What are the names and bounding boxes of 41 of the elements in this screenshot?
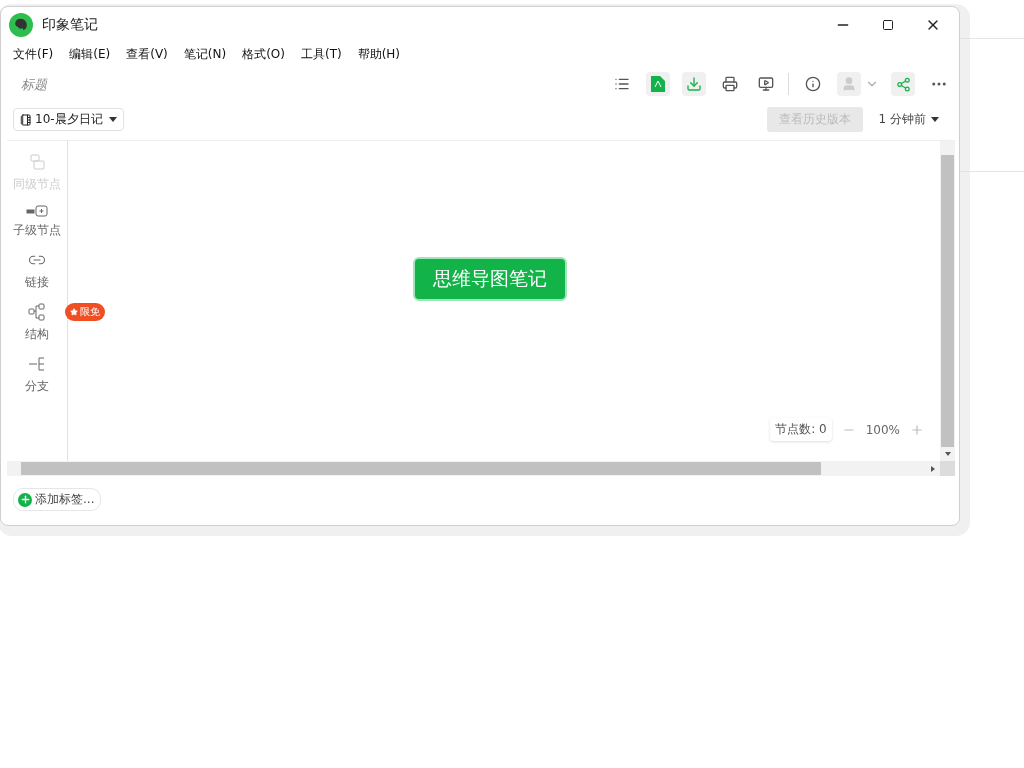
- share-icon: [895, 76, 911, 92]
- horizontal-scrollbar[interactable]: [7, 461, 940, 476]
- title-field[interactable]: 标题: [19, 75, 598, 93]
- pdf-export-button[interactable]: [646, 72, 670, 96]
- menu-item[interactable]: 查看(V): [120, 45, 174, 63]
- list-icon[interactable]: [614, 76, 630, 92]
- tool-button[interactable]: 链接: [25, 251, 49, 291]
- scrollbar-corner: [940, 461, 955, 476]
- menu-item[interactable]: 笔记(N): [177, 45, 233, 63]
- menu-item[interactable]: 帮助(H): [351, 45, 407, 63]
- scroll-down-arrow-icon[interactable]: [943, 450, 952, 458]
- menu-item[interactable]: 文件(F): [7, 45, 60, 63]
- caret-icon: [108, 117, 117, 122]
- vertical-scrollbar[interactable]: [940, 141, 955, 461]
- sibling-node-icon: [28, 153, 46, 171]
- promo-badge: 限免: [65, 303, 105, 321]
- child-node-icon: [26, 205, 48, 217]
- tool-button[interactable]: 分支: [25, 355, 49, 395]
- branch-icon: [28, 355, 46, 373]
- caret-icon: [931, 117, 939, 122]
- presentation-icon[interactable]: [758, 76, 774, 92]
- info-icon[interactable]: [805, 76, 821, 92]
- notebook-selector[interactable]: 10-晨夕日记: [13, 108, 124, 131]
- node-count: 节点数: 0: [770, 418, 832, 441]
- maximize-icon[interactable]: [882, 19, 894, 31]
- printer-icon[interactable]: [722, 76, 738, 92]
- saved-time-dropdown[interactable]: 1 分钟前: [872, 110, 945, 129]
- download-icon: [686, 76, 702, 92]
- pdf-icon: [651, 76, 665, 92]
- structure-icon: [28, 303, 46, 321]
- add-tag-button[interactable]: 添加标签...: [13, 488, 102, 511]
- scroll-right-arrow-icon[interactable]: [929, 464, 937, 473]
- notebook-icon: [20, 113, 32, 126]
- zoom-level: 100%: [865, 422, 900, 437]
- window-title: 印象笔记: [42, 16, 99, 34]
- menu-item[interactable]: 工具(T): [294, 45, 348, 63]
- tool-button[interactable]: 子级节点: [13, 205, 61, 239]
- menu-item[interactable]: 编辑(E): [63, 45, 117, 63]
- star-icon: [70, 308, 78, 316]
- user-icon: [841, 76, 857, 92]
- menu-item[interactable]: 格式(O): [236, 45, 291, 63]
